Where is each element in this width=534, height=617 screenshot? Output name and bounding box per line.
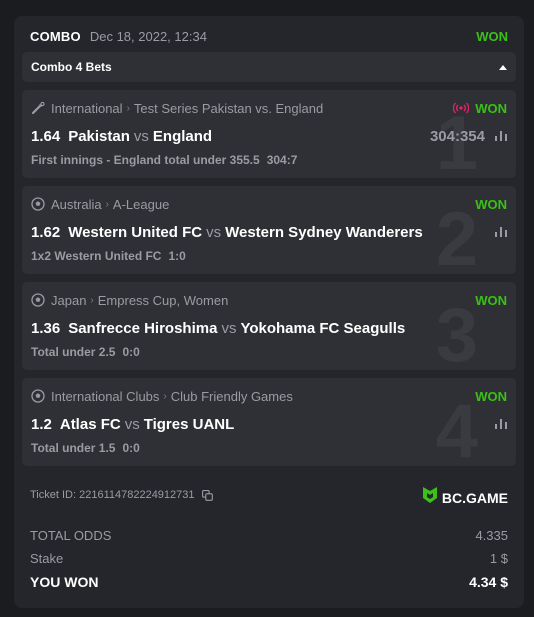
stats-icon[interactable] xyxy=(495,419,507,429)
soccer-ball-icon xyxy=(31,293,45,307)
bet-date: Dec 18, 2022, 12:34 xyxy=(89,28,207,44)
bet-market: 1x2 Western United FC xyxy=(31,249,162,263)
bet-result: 1:0 xyxy=(168,249,186,263)
stake-row: Stake 1 $ xyxy=(30,551,508,566)
bet-row[interactable]: 4 International Clubs › Club Friendly Ga… xyxy=(22,378,516,466)
vs-label: vs xyxy=(206,223,222,241)
ticket-id: Ticket ID: 2216114782224912731 xyxy=(30,489,213,501)
stake-value: 1 $ xyxy=(489,551,508,566)
bet-result: 0:0 xyxy=(122,345,140,359)
away-team: Tigres UANL xyxy=(143,415,235,433)
slip-header: COMBO Dec 18, 2022, 12:34 WON xyxy=(30,26,508,46)
soccer-ball-icon xyxy=(31,197,45,211)
home-team: Pakistan xyxy=(68,127,130,145)
home-team: Sanfrecce Hiroshima xyxy=(68,319,218,337)
chevron-right-icon: › xyxy=(90,294,94,306)
payout-row: YOU WON 4.34 $ xyxy=(30,574,508,590)
vs-label: vs xyxy=(124,415,140,433)
bet-odds: 1.2 xyxy=(31,415,52,433)
bet-status: WON xyxy=(475,196,507,212)
bet-league: Test Series Pakistan vs. England xyxy=(133,100,324,116)
combo-dropdown[interactable]: Combo 4 Bets xyxy=(22,52,516,82)
home-team: Atlas FC xyxy=(59,415,121,433)
away-team: Western Sydney Wanderers xyxy=(225,223,423,241)
bet-row[interactable]: 2 Australia › A-League WON 1.62 Western … xyxy=(22,186,516,274)
stake-label: Stake xyxy=(30,551,64,566)
bet-category: Australia xyxy=(51,196,102,212)
bet-market: Total under 1.5 xyxy=(31,441,116,455)
caret-up-icon xyxy=(499,64,507,70)
bc-logo-icon xyxy=(422,486,438,509)
total-odds-label: TOTAL ODDS xyxy=(30,528,112,543)
bet-status: WON xyxy=(475,292,507,308)
status-badge: WON xyxy=(476,28,508,44)
combo-dropdown-label: Combo 4 Bets xyxy=(31,60,112,74)
bet-market: Total under 2.5 xyxy=(31,345,116,359)
bet-category: International Clubs xyxy=(51,388,160,404)
chevron-right-icon: › xyxy=(105,198,109,210)
bet-odds: 1.64 xyxy=(31,127,61,145)
bet-row[interactable]: 1 International › Test Series Pakistan v… xyxy=(22,90,516,178)
chevron-right-icon: › xyxy=(126,102,130,114)
stats-icon[interactable] xyxy=(495,131,507,141)
brand-name: BC.GAME xyxy=(441,489,508,506)
bet-status: WON xyxy=(475,388,507,404)
total-odds-row: TOTAL ODDS 4.335 xyxy=(30,528,508,543)
bet-market: First innings - England total under 355.… xyxy=(31,153,260,167)
bet-row[interactable]: 3 Japan › Empress Cup, Women WON 1.36 Sa… xyxy=(22,282,516,370)
payout-label: YOU WON xyxy=(30,574,99,590)
bet-category: Japan xyxy=(51,292,87,308)
home-team: Western United FC xyxy=(68,223,203,241)
bet-league: A-League xyxy=(112,196,170,212)
soccer-ball-icon xyxy=(31,389,45,403)
bet-league: Club Friendly Games xyxy=(170,388,293,404)
copy-icon[interactable] xyxy=(201,489,213,501)
cricket-icon xyxy=(31,101,45,115)
bet-league: Empress Cup, Women xyxy=(97,292,229,308)
live-broadcast-icon xyxy=(453,102,470,114)
ticket-id-label: Ticket ID: 2216114782224912731 xyxy=(30,489,195,501)
bet-odds: 1.62 xyxy=(31,223,61,241)
bet-type: COMBO xyxy=(30,28,81,44)
vs-label: vs xyxy=(221,319,237,337)
bet-result: 304:7 xyxy=(266,153,298,167)
brand-logo: BC.GAME xyxy=(422,486,508,509)
payout-value: 4.34 $ xyxy=(469,574,508,590)
bet-status: WON xyxy=(475,100,507,116)
match-score: 304:354 xyxy=(429,127,485,145)
chevron-right-icon: › xyxy=(163,390,167,402)
vs-label: vs xyxy=(133,127,149,145)
total-odds-value: 4.335 xyxy=(475,528,508,543)
bet-odds: 1.36 xyxy=(31,319,61,337)
bet-category: International xyxy=(51,100,123,116)
bet-result: 0:0 xyxy=(122,441,140,455)
bet-slip-card: COMBO Dec 18, 2022, 12:34 WON Combo 4 Be… xyxy=(14,16,524,608)
stats-icon[interactable] xyxy=(495,227,507,237)
away-team: England xyxy=(152,127,213,145)
away-team: Yokohama FC Seagulls xyxy=(240,319,406,337)
